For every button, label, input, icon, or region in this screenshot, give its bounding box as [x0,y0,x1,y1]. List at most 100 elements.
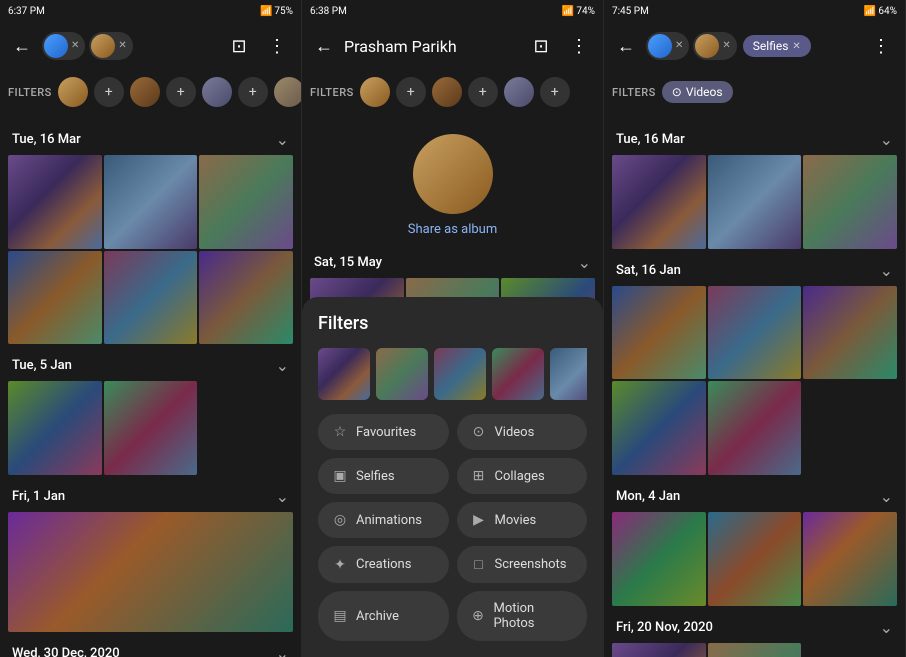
top-bar-left: ← ✕ ✕ ⊡ ⋮ [0,22,301,70]
filters-overlay: Filters ☆ Favourites ⊙ Videos ▣ Selfies [302,297,603,657]
filter-add-m2[interactable]: + [468,77,498,107]
date-label-0: Tue, 16 Mar [12,132,81,147]
back-button-left[interactable]: ← [8,32,36,60]
back-button-right[interactable]: ← [612,32,640,60]
chevron-middle[interactable]: ⌄ [578,253,591,272]
status-bar-left: 6:37 PM 📶 75% [0,0,301,22]
photo-thumb[interactable] [708,381,802,475]
avatar-chip-1[interactable]: ✕ [42,32,85,60]
photo-thumb[interactable] [104,155,198,249]
date-header-middle: Sat, 15 May ⌄ [310,245,595,278]
filter-selfies[interactable]: ▣ Selfies [318,458,449,494]
share-album-button[interactable]: Share as album [408,222,497,237]
photo-thumb[interactable] [104,251,198,345]
filter-add-1[interactable]: + [94,77,124,107]
filters-bar-left: FILTERS + + + [0,70,301,114]
filter-avatar-m3[interactable] [504,77,534,107]
content-right: Tue, 16 Mar ⌄ Sat, 16 Jan ⌄ Mon, 4 Jan ⌄ [604,114,905,657]
selfies-chip[interactable]: Selfies ✕ [743,35,811,57]
selfies-chip-close[interactable]: ✕ [792,41,800,52]
photo-thumb[interactable] [104,381,198,475]
date-header-r0: Tue, 16 Mar ⌄ [612,122,897,155]
chevron-3[interactable]: ⌄ [276,644,289,657]
filter-thumb[interactable] [434,348,486,400]
filter-add-m3[interactable]: + [540,77,570,107]
avatar-chips-right: ✕ ✕ [646,32,737,60]
filter-avatar-m1[interactable] [360,77,390,107]
chevron-1[interactable]: ⌄ [276,356,289,375]
filter-add-3[interactable]: + [238,77,268,107]
status-time-right: 7:45 PM [612,6,649,17]
profile-picture [413,134,493,214]
chip-close-r2[interactable]: ✕ [722,41,730,51]
photo-thumb[interactable] [708,155,802,249]
photo-thumb[interactable] [199,251,293,345]
filter-animations[interactable]: ◎ Animations [318,502,449,538]
chip-close-r1[interactable]: ✕ [675,41,683,51]
avatar-chip-2[interactable]: ✕ [89,32,132,60]
photo-large[interactable] [8,512,293,632]
cast-button-left[interactable]: ⊡ [223,30,255,62]
photo-thumb[interactable] [803,512,897,606]
photo-thumb[interactable] [612,381,706,475]
chevron-r1[interactable]: ⌄ [880,261,893,280]
filter-thumb[interactable] [376,348,428,400]
filter-videos[interactable]: ⊙ Videos [457,414,588,450]
photo-thumb[interactable] [708,286,802,380]
photo-thumb[interactable] [803,155,897,249]
back-button-middle[interactable]: ← [310,32,338,60]
photo-thumb[interactable] [612,512,706,606]
filter-add-2[interactable]: + [166,77,196,107]
avatar-chip-r2[interactable]: ✕ [693,32,736,60]
photo-thumb[interactable] [612,643,706,657]
chevron-r3[interactable]: ⌄ [880,618,893,637]
photo-grid-r1 [612,286,897,475]
photo-thumb[interactable] [612,155,706,249]
filter-creations[interactable]: ✦ Creations [318,546,449,583]
filter-avatar-3[interactable] [202,77,232,107]
photo-thumb[interactable] [708,643,802,657]
filter-avatar-1[interactable] [58,77,88,107]
more-button-left[interactable]: ⋮ [261,30,293,62]
chip-close-2[interactable]: ✕ [118,41,126,51]
avatar-r2 [695,34,719,58]
photo-thumb[interactable] [8,251,102,345]
photo-thumb[interactable] [8,381,102,475]
chevron-r2[interactable]: ⌄ [880,487,893,506]
filter-screenshots[interactable]: □ Screenshots [457,546,588,583]
status-bar-middle: 6:38 PM 📶 74% [302,0,603,22]
filter-avatar-m2[interactable] [432,77,462,107]
filter-avatar-4[interactable] [274,77,301,107]
motion-photos-icon: ⊕ [471,608,486,624]
more-button-right[interactable]: ⋮ [865,30,897,62]
chevron-2[interactable]: ⌄ [276,487,289,506]
avatar-1 [44,34,68,58]
filter-avatar-2[interactable] [130,77,160,107]
photo-thumb[interactable] [612,286,706,380]
filter-archive[interactable]: ▤ Archive [318,591,449,641]
filters-label-middle: FILTERS [310,86,354,99]
photo-thumb[interactable] [803,286,897,380]
avatar-chip-r1[interactable]: ✕ [646,32,689,60]
screenshots-label: Screenshots [495,557,567,572]
profile-area: Share as album [310,122,595,245]
chip-close-1[interactable]: ✕ [71,41,79,51]
videos-filter-chip[interactable]: ⊙ Videos [662,81,733,103]
creations-label: Creations [356,557,411,572]
more-button-middle[interactable]: ⋮ [563,30,595,62]
filter-thumb[interactable] [318,348,370,400]
filter-add-m1[interactable]: + [396,77,426,107]
photo-thumb[interactable] [199,155,293,249]
filter-motion-photos[interactable]: ⊕ Motion Photos [457,591,588,641]
archive-icon: ▤ [332,608,348,624]
filter-movies[interactable]: ▶ Movies [457,502,588,538]
chevron-r0[interactable]: ⌄ [880,130,893,149]
photo-thumb[interactable] [8,155,102,249]
filter-thumb[interactable] [550,348,587,400]
filter-collages[interactable]: ⊞ Collages [457,458,588,494]
filter-favourites[interactable]: ☆ Favourites [318,414,449,450]
filter-thumb[interactable] [492,348,544,400]
chevron-0[interactable]: ⌄ [276,130,289,149]
photo-thumb[interactable] [708,512,802,606]
cast-button-middle[interactable]: ⊡ [525,30,557,62]
